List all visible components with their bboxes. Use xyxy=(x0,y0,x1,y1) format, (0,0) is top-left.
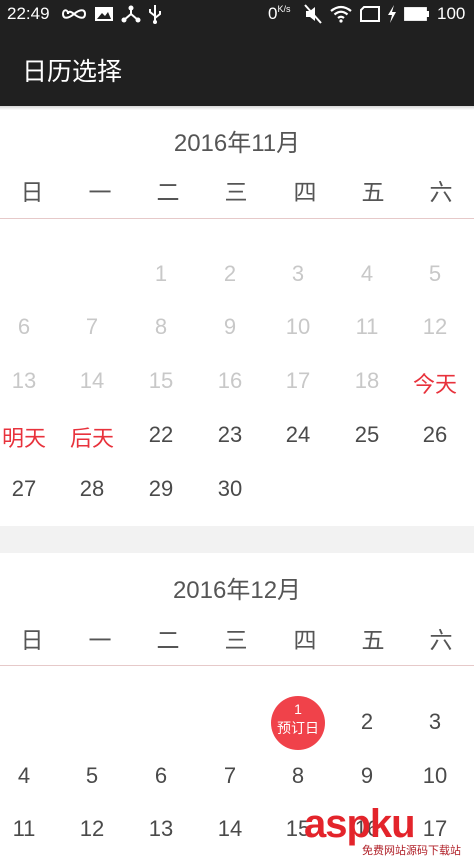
booked-day-marker[interactable]: 1 预订日 xyxy=(271,696,325,750)
status-bar: 22:49 0K/s 100 xyxy=(0,0,474,28)
weekday-header: 五 xyxy=(361,628,385,654)
day-cell[interactable]: 9 xyxy=(333,763,401,789)
weekday-header: 五 xyxy=(361,180,385,206)
net-speed-unit: K/s xyxy=(277,4,291,14)
weekday-divider xyxy=(0,665,474,666)
weekday-header: 一 xyxy=(88,628,112,654)
day-cell[interactable]: 10 xyxy=(401,763,469,789)
watermark-logo: aspku 免费网站源码下载站 xyxy=(304,802,474,861)
charging-icon xyxy=(386,4,398,24)
month-separator xyxy=(0,526,474,553)
day-cell[interactable]: 17 xyxy=(264,368,332,394)
day-cell[interactable]: 7 xyxy=(196,763,264,789)
weekday-divider xyxy=(0,218,474,219)
app-bar-shadow xyxy=(0,106,474,110)
day-cell[interactable]: 23 xyxy=(196,422,264,448)
weekday-header: 三 xyxy=(224,180,248,206)
day-cell[interactable]: 30 xyxy=(196,476,264,502)
day-cell[interactable]: 5 xyxy=(401,261,469,287)
weekday-header: 三 xyxy=(224,628,248,654)
day-cell[interactable]: 12 xyxy=(58,816,126,842)
day-cell-tomorrow[interactable]: 明天 xyxy=(0,421,58,453)
day-cell[interactable]: 14 xyxy=(196,816,264,842)
day-cell[interactable]: 18 xyxy=(333,368,401,394)
day-cell-day-after-tomorrow[interactable]: 后天 xyxy=(58,421,126,453)
watermark-subtitle: 免费网站源码下载站 xyxy=(362,844,461,857)
day-cell[interactable]: 8 xyxy=(264,763,332,789)
watermark-brand: aspku xyxy=(304,802,416,846)
day-cell[interactable]: 9 xyxy=(196,314,264,340)
booked-day-label: 预订日 xyxy=(277,721,319,737)
day-cell[interactable]: 8 xyxy=(127,314,195,340)
day-cell[interactable]: 28 xyxy=(58,476,126,502)
page-title: 日历选择 xyxy=(22,57,123,86)
day-cell[interactable]: 13 xyxy=(127,816,195,842)
net-speed: 0K/s xyxy=(268,4,290,24)
app-bar: 日历选择 xyxy=(0,28,474,106)
booked-day-number: 1 xyxy=(294,701,302,717)
day-cell[interactable]: 14 xyxy=(58,368,126,394)
battery-icon xyxy=(404,4,430,24)
day-cell[interactable]: 1 xyxy=(127,261,195,287)
weekday-header: 日 xyxy=(20,628,44,654)
day-cell[interactable]: 4 xyxy=(0,763,58,789)
image-icon xyxy=(94,4,114,24)
no-sim-icon xyxy=(360,4,380,24)
day-cell[interactable]: 4 xyxy=(333,261,401,287)
day-cell[interactable]: 15 xyxy=(127,368,195,394)
day-cell[interactable]: 27 xyxy=(0,476,58,502)
status-time: 22:49 xyxy=(7,4,50,23)
mute-icon xyxy=(304,4,322,24)
day-cell[interactable]: 25 xyxy=(333,422,401,448)
day-cell[interactable]: 26 xyxy=(401,422,469,448)
day-cell[interactable]: 3 xyxy=(264,261,332,287)
day-cell[interactable]: 11 xyxy=(333,314,401,340)
day-cell[interactable]: 2 xyxy=(196,261,264,287)
day-cell[interactable]: 10 xyxy=(264,314,332,340)
day-cell[interactable]: 13 xyxy=(0,368,58,394)
day-cell[interactable]: 6 xyxy=(127,763,195,789)
weekday-header: 二 xyxy=(156,628,180,654)
wifi-icon xyxy=(330,4,352,24)
day-cell[interactable]: 11 xyxy=(0,816,58,842)
battery-percent: 100 xyxy=(437,4,466,23)
weekday-header: 日 xyxy=(20,180,44,206)
month-title: 2016年12月 xyxy=(172,577,302,604)
day-cell[interactable]: 29 xyxy=(127,476,195,502)
day-cell[interactable]: 24 xyxy=(264,422,332,448)
weekday-header: 六 xyxy=(429,180,453,206)
day-cell[interactable]: 3 xyxy=(401,709,469,735)
day-cell[interactable]: 16 xyxy=(196,368,264,394)
weekday-header: 四 xyxy=(293,180,317,206)
day-cell[interactable]: 7 xyxy=(58,314,126,340)
day-cell[interactable]: 5 xyxy=(58,763,126,789)
share-icon xyxy=(121,4,141,24)
day-cell[interactable]: 6 xyxy=(0,314,58,340)
weekday-header: 六 xyxy=(429,628,453,654)
weekday-header: 一 xyxy=(88,180,112,206)
day-cell[interactable]: 2 xyxy=(333,709,401,735)
weekday-header: 四 xyxy=(293,628,317,654)
infinity-icon xyxy=(62,4,86,24)
usb-icon xyxy=(147,4,163,24)
day-cell[interactable]: 22 xyxy=(127,422,195,448)
weekday-header: 二 xyxy=(156,180,180,206)
day-cell-today[interactable]: 今天 xyxy=(401,367,469,399)
day-cell[interactable]: 12 xyxy=(401,314,469,340)
month-title: 2016年11月 xyxy=(173,130,301,157)
